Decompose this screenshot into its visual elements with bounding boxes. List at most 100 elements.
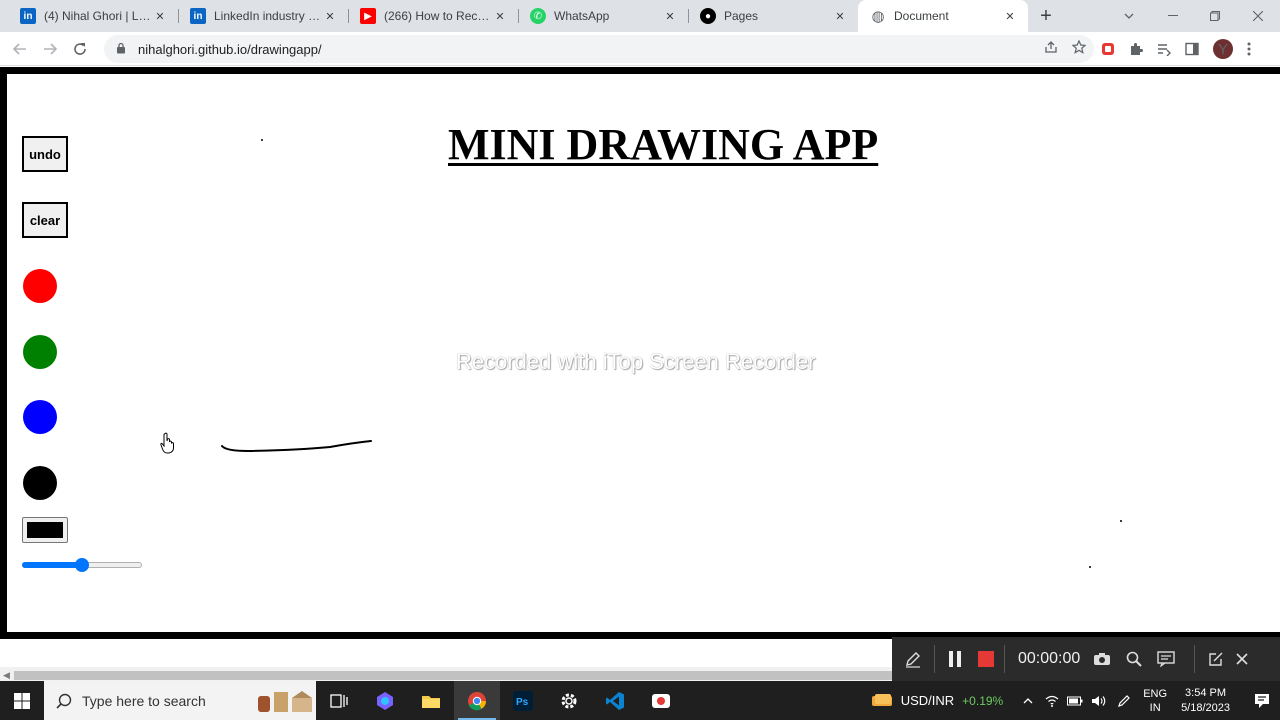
notification-center-icon[interactable] [1244, 693, 1280, 709]
linkedin-icon: in [190, 8, 206, 24]
chrome-menu-icon[interactable] [1247, 42, 1251, 56]
slider-fill [22, 562, 82, 568]
tab-title: LinkedIn industry options [214, 9, 322, 23]
tab-search-icon[interactable] [1116, 0, 1142, 32]
recorder-watermark: Recorded with iTop Screen Recorder [456, 349, 816, 374]
color-picker-fill [27, 522, 63, 538]
stop-record-icon[interactable] [968, 651, 1004, 667]
battery-icon[interactable] [1067, 696, 1083, 706]
tab-2[interactable]: ▶ (266) How to Record Screen✕ [348, 0, 518, 32]
url-text: nihalghori.github.io/drawingapp/ [138, 41, 322, 57]
currency-widget-icon[interactable] [871, 692, 893, 710]
divider [1194, 645, 1202, 673]
zoom-magnifier-icon[interactable] [1118, 651, 1150, 667]
tray-overflow-chevron-icon[interactable] [1023, 697, 1033, 704]
tab-title: (266) How to Record Screen [384, 9, 492, 23]
tab-close-icon[interactable]: ✕ [152, 10, 168, 23]
tab-close-icon[interactable]: ✕ [1002, 10, 1018, 23]
web-page: MINI DRAWING APP Recorded with iTop Scre… [0, 67, 1280, 667]
scrollbar-thumb[interactable] [14, 671, 894, 680]
annotate-pen-icon[interactable] [892, 650, 934, 668]
wifi-icon[interactable] [1045, 695, 1059, 707]
slider-thumb[interactable] [75, 558, 89, 572]
screen-recorder-bar: 00:00:00 [892, 637, 1280, 681]
system-tray: USD/INR +0.19% ENG IN 3:54 PM 5/18/2023 [871, 681, 1280, 720]
tab-title: WhatsApp [554, 9, 610, 23]
currency-pair[interactable]: USD/INR [901, 693, 954, 708]
volume-icon[interactable] [1091, 695, 1107, 707]
restore-icon[interactable] [1202, 0, 1228, 32]
brush-size-slider[interactable] [22, 558, 142, 572]
pen-ink-icon[interactable] [1117, 694, 1131, 708]
back-icon[interactable] [5, 34, 35, 64]
reading-list-icon[interactable] [1157, 42, 1171, 56]
language-indicator[interactable]: ENG IN [1143, 687, 1167, 715]
tab-1[interactable]: in LinkedIn industry options✕ [178, 0, 348, 32]
forward-icon[interactable] [35, 34, 65, 64]
tab-3[interactable]: ✆ WhatsApp ✕ [518, 0, 688, 32]
extensions-puzzle-icon[interactable] [1129, 42, 1143, 56]
tab-4[interactable]: ● Pages ✕ [688, 0, 858, 32]
side-panel-icon[interactable] [1185, 42, 1199, 56]
file-explorer-icon[interactable] [408, 681, 454, 720]
pause-icon[interactable] [942, 651, 968, 667]
tab-5[interactable]: ◍ Document ✕ [858, 0, 1028, 32]
vscode-icon[interactable] [592, 681, 638, 720]
lock-icon [116, 42, 128, 57]
address-bar[interactable]: nihalghori.github.io/drawingapp/ [104, 35, 1094, 63]
tab-title: Pages [724, 9, 759, 23]
clear-button[interactable]: clear [22, 202, 68, 238]
reload-icon[interactable] [65, 34, 95, 64]
chrome-taskbar-icon[interactable] [454, 681, 500, 720]
tab-list: in(4) Nihal Ghori | LinkedIn✕ in LinkedIn … [0, 0, 1028, 32]
whatsapp-icon: ✆ [530, 8, 546, 24]
color-swatch-red[interactable] [23, 269, 57, 303]
subtitle-icon[interactable] [1150, 651, 1182, 667]
profile-avatar[interactable]: Y [1213, 39, 1233, 59]
extensions-area: Y [1101, 36, 1251, 62]
page-title: MINI DRAWING APP [448, 120, 879, 169]
language-code: ENG [1143, 687, 1168, 700]
close-recorder-icon[interactable] [1230, 653, 1254, 665]
tab-close-icon[interactable]: ✕ [322, 10, 338, 23]
taskbar-search-box[interactable]: Type here to search [44, 681, 316, 720]
task-view-icon[interactable] [316, 681, 362, 720]
clock[interactable]: 3:54 PM 5/18/2023 [1181, 686, 1230, 716]
minimize-icon[interactable] [1160, 0, 1186, 32]
tab-0[interactable]: in (4) Nihal Ghori | LinkedIn✕ [8, 0, 178, 32]
windows-taskbar: Type here to search Ps USD/INR +0.19% EN… [0, 681, 1280, 720]
close-window-icon[interactable] [1245, 0, 1271, 32]
scroll-left-icon[interactable]: ◀ [3, 670, 10, 681]
new-tab-button[interactable]: + [1028, 0, 1064, 32]
search-placeholder: Type here to search [82, 692, 206, 709]
copilot-icon[interactable] [362, 681, 408, 720]
tab-close-icon[interactable]: ✕ [662, 10, 678, 23]
search-highlight-image-icon [252, 686, 316, 716]
settings-gear-icon[interactable] [546, 681, 592, 720]
svg-text:Ps: Ps [516, 697, 529, 708]
tab-close-icon[interactable]: ✕ [492, 10, 508, 23]
itop-recorder-icon[interactable] [638, 681, 684, 720]
region-code: IN [1149, 701, 1161, 714]
color-picker[interactable] [22, 517, 68, 543]
windows-start-icon[interactable] [0, 681, 44, 720]
search-icon [56, 693, 72, 709]
photoshop-icon[interactable]: Ps [500, 681, 546, 720]
hand-cursor-icon [160, 432, 176, 459]
tab-close-icon[interactable]: ✕ [832, 10, 848, 23]
share-icon[interactable] [1044, 40, 1058, 57]
edit-export-icon[interactable] [1202, 651, 1230, 667]
browser-toolbar: nihalghori.github.io/drawingapp/ Y [0, 32, 1280, 66]
github-icon: ● [700, 8, 716, 24]
color-swatch-blue[interactable] [23, 400, 57, 434]
adblock-extension-icon[interactable] [1101, 42, 1115, 56]
tab-title: (4) Nihal Ghori | LinkedIn [44, 9, 152, 23]
screenshot-camera-icon[interactable] [1086, 652, 1118, 666]
globe-icon: ◍ [871, 8, 885, 25]
color-swatch-green[interactable] [23, 334, 57, 369]
color-swatch-black[interactable] [23, 465, 57, 500]
tab-title: Document [894, 9, 949, 23]
currency-change: +0.19% [962, 693, 1004, 708]
undo-button[interactable]: undo [22, 136, 68, 172]
bookmark-star-icon[interactable] [1071, 39, 1087, 57]
